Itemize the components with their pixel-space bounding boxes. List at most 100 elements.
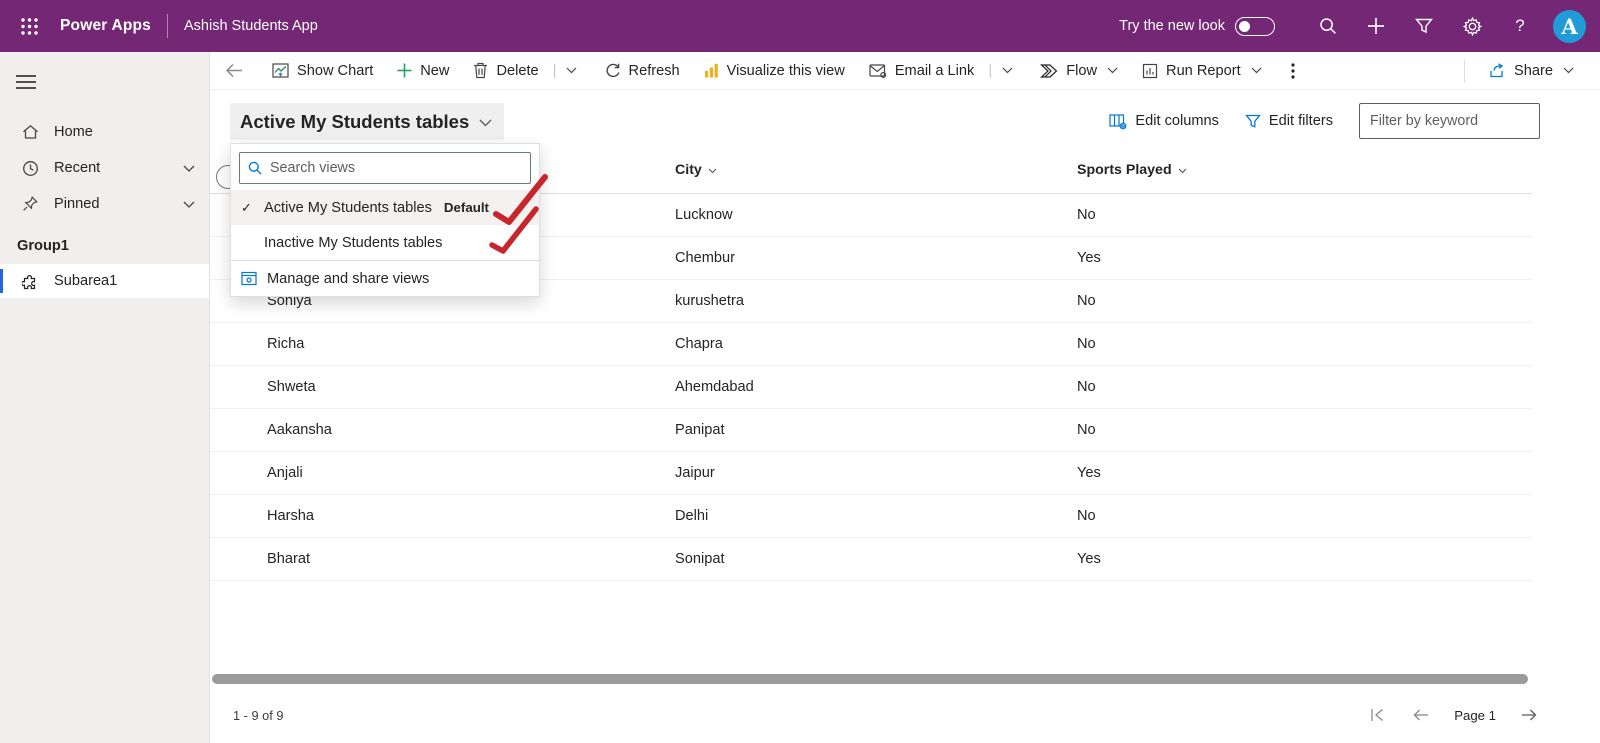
settings-gear-icon[interactable]	[1455, 9, 1489, 43]
sidebar-item-label: Pinned	[54, 196, 100, 212]
chevron-down-icon[interactable]	[183, 201, 195, 208]
cell-city: Ahemdabad	[675, 379, 754, 395]
cell-name: Anjali	[267, 465, 303, 481]
command-divider: |	[988, 62, 993, 79]
sidebar-item-recent[interactable]: Recent	[0, 150, 209, 186]
cell-city: Chembur	[675, 250, 736, 266]
app-header: Power Apps Ashish Students App Try the n…	[0, 0, 1600, 52]
column-header-city[interactable]: City	[675, 162, 1077, 178]
column-label: City	[675, 161, 702, 178]
previous-page-icon[interactable]	[1410, 704, 1432, 726]
edit-filters-label: Edit filters	[1268, 113, 1333, 129]
manage-share-views[interactable]: Manage and share views	[231, 261, 539, 296]
sidebar-item-label: Home	[54, 124, 93, 140]
command-label: Visualize this view	[726, 62, 845, 79]
edit-filters-icon	[1245, 114, 1261, 129]
search-icon[interactable]	[1311, 9, 1345, 43]
table-row[interactable]: Anjali Jaipur Yes	[210, 452, 1532, 495]
table-row[interactable]: Harsha Delhi No	[210, 495, 1532, 538]
new-button[interactable]: New	[385, 55, 461, 87]
search-views-input[interactable]	[270, 160, 522, 176]
report-icon	[1142, 63, 1158, 79]
table-row[interactable]: Shweta Ahemdabad No	[210, 366, 1532, 409]
table-row[interactable]: Richa Chapra No	[210, 323, 1532, 366]
sitemap-sidebar: Home Recent Pinned Group1 Subarea1	[0, 52, 210, 743]
home-icon	[22, 124, 39, 140]
email-split-chevron-icon[interactable]	[994, 56, 1020, 86]
filter-keyword-input[interactable]	[1359, 103, 1540, 139]
command-label: Flow	[1066, 62, 1098, 79]
clock-icon	[22, 160, 39, 177]
back-icon[interactable]	[218, 56, 250, 86]
product-title[interactable]: Power Apps	[60, 17, 151, 35]
edit-columns-button[interactable]: Edit columns	[1109, 103, 1219, 139]
cell-city: Chapra	[675, 336, 723, 352]
sidebar-item-subarea1[interactable]: Subarea1	[0, 264, 209, 298]
sidebar-item-label: Subarea1	[54, 273, 118, 289]
horizontal-scrollbar	[210, 673, 1532, 685]
first-page-icon[interactable]	[1366, 704, 1388, 726]
hamburger-menu-icon[interactable]	[6, 62, 46, 102]
show-chart-button[interactable]: Show Chart	[260, 55, 385, 87]
chevron-down-icon	[1178, 168, 1187, 174]
flow-button[interactable]: Flow	[1028, 55, 1130, 87]
plus-icon	[397, 63, 412, 78]
next-page-icon[interactable]	[1518, 704, 1540, 726]
column-header-sports-played[interactable]: Sports Played	[1077, 162, 1532, 178]
manage-views-icon	[241, 271, 257, 286]
cell-city: Lucknow	[675, 207, 733, 223]
view-bar: Active My Students tables Edit columns E…	[210, 90, 1600, 146]
cell-sports-played: No	[1077, 508, 1096, 524]
sidebar-item-pinned[interactable]: Pinned	[0, 186, 209, 222]
cell-name: Aakansha	[267, 422, 332, 438]
scrollbar-thumb[interactable]	[212, 674, 1528, 684]
refresh-icon	[605, 63, 621, 79]
cell-sports-played: Yes	[1077, 551, 1101, 567]
add-icon[interactable]	[1359, 9, 1393, 43]
waffle-icon[interactable]	[12, 9, 46, 43]
delete-split-chevron-icon[interactable]	[559, 56, 585, 86]
share-divider	[1464, 58, 1466, 83]
edit-filters-button[interactable]: Edit filters	[1245, 103, 1333, 139]
edit-columns-label: Edit columns	[1135, 113, 1219, 129]
new-look-label: Try the new look	[1119, 18, 1225, 34]
puzzle-icon	[22, 273, 39, 290]
search-views-box	[239, 152, 531, 184]
email-link-button[interactable]: Email a Link	[857, 55, 987, 87]
cell-sports-played: No	[1077, 379, 1096, 395]
filter-icon[interactable]	[1407, 9, 1441, 43]
more-commands-icon[interactable]	[1278, 56, 1308, 86]
view-selector[interactable]: Active My Students tables	[230, 103, 505, 140]
command-label: Run Report	[1166, 62, 1241, 79]
cell-city: Panipat	[675, 422, 725, 438]
chevron-down-icon	[1563, 67, 1574, 74]
cell-city: Delhi	[675, 508, 709, 524]
chevron-down-icon	[708, 168, 717, 174]
view-option-label: Active My Students tables	[264, 199, 432, 216]
cell-name: Richa	[267, 336, 305, 352]
header-divider	[167, 14, 168, 38]
view-selector-flyout: ✓ Active My Students tables Default Inac…	[230, 143, 540, 297]
delete-button[interactable]: Delete	[461, 55, 550, 87]
run-report-button[interactable]: Run Report	[1130, 55, 1274, 87]
page-label: Page 1	[1454, 707, 1496, 723]
refresh-button[interactable]: Refresh	[593, 55, 692, 87]
new-look-toggle[interactable]	[1235, 16, 1275, 36]
record-count: 1 - 9 of 9	[233, 707, 284, 723]
view-option-inactive[interactable]: Inactive My Students tables	[231, 225, 539, 260]
sidebar-item-home[interactable]: Home	[0, 114, 209, 150]
table-row[interactable]: Aakansha Panipat No	[210, 409, 1532, 452]
cell-sports-played: No	[1077, 207, 1096, 223]
share-icon	[1489, 63, 1506, 78]
default-badge: Default	[443, 200, 489, 215]
cell-name: Harsha	[267, 508, 315, 524]
chevron-down-icon[interactable]	[183, 165, 195, 172]
grid-page: Active My Students tables Edit columns E…	[210, 90, 1600, 743]
avatar[interactable]: A	[1553, 9, 1586, 43]
share-button[interactable]: Share	[1477, 55, 1586, 87]
view-option-active[interactable]: ✓ Active My Students tables Default	[231, 190, 539, 225]
table-row[interactable]: Bharat Sonipat Yes	[210, 538, 1532, 581]
help-icon[interactable]: ?	[1503, 9, 1537, 43]
visualize-view-button[interactable]: Visualize this view	[692, 55, 857, 87]
chevron-down-icon	[479, 119, 492, 127]
